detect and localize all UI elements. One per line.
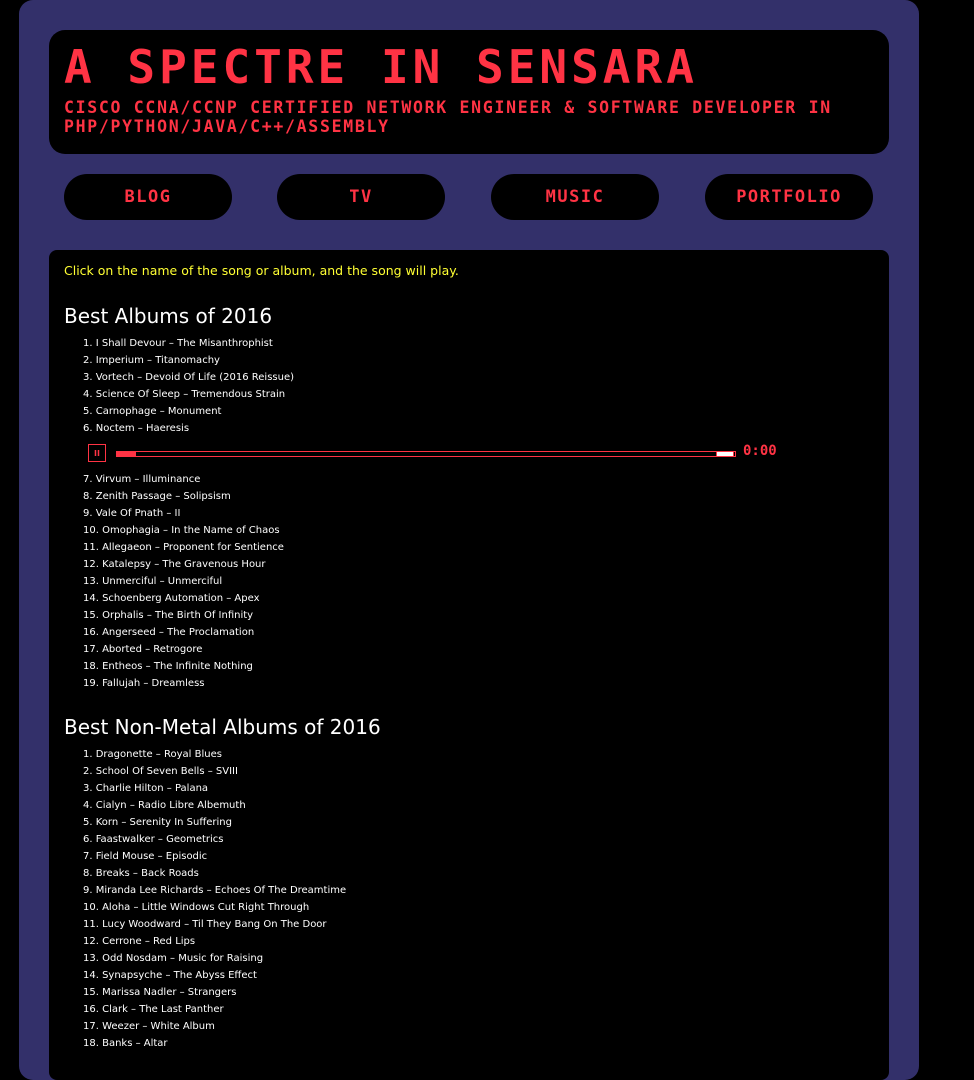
audio-player: II 0:00 bbox=[64, 437, 784, 471]
album-item[interactable]: 18. Entheos – The Infinite Nothing bbox=[64, 658, 784, 675]
album-item[interactable]: 15. Marissa Nadler – Strangers bbox=[64, 984, 346, 1001]
album-item[interactable]: 11. Lucy Woodward – Til They Bang On The… bbox=[64, 916, 346, 933]
site-header: A SPECTRE IN SENSARA CISCO CCNA/CCNP CER… bbox=[49, 30, 889, 154]
album-item[interactable]: 18. Banks – Altar bbox=[64, 1035, 346, 1052]
nav-music-button[interactable]: MUSIC bbox=[491, 174, 659, 220]
pause-icon: II bbox=[94, 448, 100, 458]
album-item[interactable]: 8. Zenith Passage – Solipsism bbox=[64, 488, 784, 505]
album-item[interactable]: 3. Vortech – Devoid Of Life (2016 Reissu… bbox=[64, 369, 784, 386]
progress-fill bbox=[117, 452, 136, 456]
play-instruction: Click on the name of the song or album, … bbox=[64, 263, 459, 278]
album-item[interactable]: 10. Aloha – Little Windows Cut Right Thr… bbox=[64, 899, 346, 916]
progress-bar[interactable] bbox=[116, 451, 736, 457]
album-item[interactable]: 17. Aborted – Retrogore bbox=[64, 641, 784, 658]
album-item[interactable]: 13. Odd Nosdam – Music for Raising bbox=[64, 950, 346, 967]
album-item[interactable]: 9. Miranda Lee Richards – Echoes Of The … bbox=[64, 882, 346, 899]
album-item[interactable]: 7. Virvum – Illuminance bbox=[64, 471, 784, 488]
best-albums-list: 1. I Shall Devour – The Misanthrophist 2… bbox=[64, 335, 784, 692]
album-item[interactable]: 8. Breaks – Back Roads bbox=[64, 865, 346, 882]
album-item[interactable]: 14. Synapsyche – The Abyss Effect bbox=[64, 967, 346, 984]
album-item[interactable]: 5. Carnophage – Monument bbox=[64, 403, 784, 420]
album-item[interactable]: 7. Field Mouse – Episodic bbox=[64, 848, 346, 865]
album-item[interactable]: 15. Orphalis – The Birth Of Infinity bbox=[64, 607, 784, 624]
album-item[interactable]: 1. Dragonette – Royal Blues bbox=[64, 746, 346, 763]
album-item[interactable]: 2. Imperium – Titanomachy bbox=[64, 352, 784, 369]
music-content: Click on the name of the song or album, … bbox=[49, 250, 889, 1080]
album-item[interactable]: 17. Weezer – White Album bbox=[64, 1018, 346, 1035]
section-title-best-albums: Best Albums of 2016 bbox=[64, 304, 273, 328]
album-item[interactable]: 13. Unmerciful – Unmerciful bbox=[64, 573, 784, 590]
album-item[interactable]: 4. Cialyn – Radio Libre Albemuth bbox=[64, 797, 346, 814]
album-item[interactable]: 1. I Shall Devour – The Misanthrophist bbox=[64, 335, 784, 352]
pause-button[interactable]: II bbox=[88, 444, 106, 462]
main-nav: BLOG TV MUSIC PORTFOLIO bbox=[64, 174, 874, 220]
section-title-non-metal-albums: Best Non-Metal Albums of 2016 bbox=[64, 715, 381, 739]
site-subtitle: CISCO CCNA/CCNP CERTIFIED NETWORK ENGINE… bbox=[64, 98, 832, 136]
volume-slider-handle[interactable] bbox=[716, 451, 734, 457]
non-metal-albums-list: 1. Dragonette – Royal Blues 2. School Of… bbox=[64, 746, 346, 1052]
album-item[interactable]: 19. Fallujah – Dreamless bbox=[64, 675, 784, 692]
page-frame: A SPECTRE IN SENSARA CISCO CCNA/CCNP CER… bbox=[19, 0, 919, 1080]
album-item[interactable]: 6. Noctem – Haeresis bbox=[64, 420, 784, 437]
album-item[interactable]: 12. Katalepsy – The Gravenous Hour bbox=[64, 556, 784, 573]
album-item[interactable]: 5. Korn – Serenity In Suffering bbox=[64, 814, 346, 831]
album-item[interactable]: 14. Schoenberg Automation – Apex bbox=[64, 590, 784, 607]
album-item[interactable]: 2. School Of Seven Bells – SVIII bbox=[64, 763, 346, 780]
site-title: A SPECTRE IN SENSARA bbox=[64, 40, 698, 94]
album-item[interactable]: 16. Angerseed – The Proclamation bbox=[64, 624, 784, 641]
album-item[interactable]: 9. Vale Of Pnath – II bbox=[64, 505, 784, 522]
album-item[interactable]: 12. Cerrone – Red Lips bbox=[64, 933, 346, 950]
album-item[interactable]: 11. Allegaeon – Proponent for Sentience bbox=[64, 539, 784, 556]
nav-tv-button[interactable]: TV bbox=[277, 174, 445, 220]
time-display: 0:00 bbox=[743, 443, 777, 459]
nav-portfolio-button[interactable]: PORTFOLIO bbox=[705, 174, 873, 220]
album-item[interactable]: 3. Charlie Hilton – Palana bbox=[64, 780, 346, 797]
album-item[interactable]: 6. Faastwalker – Geometrics bbox=[64, 831, 346, 848]
album-item[interactable]: 16. Clark – The Last Panther bbox=[64, 1001, 346, 1018]
nav-blog-button[interactable]: BLOG bbox=[64, 174, 232, 220]
album-item[interactable]: 4. Science Of Sleep – Tremendous Strain bbox=[64, 386, 784, 403]
album-item[interactable]: 10. Omophagia – In the Name of Chaos bbox=[64, 522, 784, 539]
